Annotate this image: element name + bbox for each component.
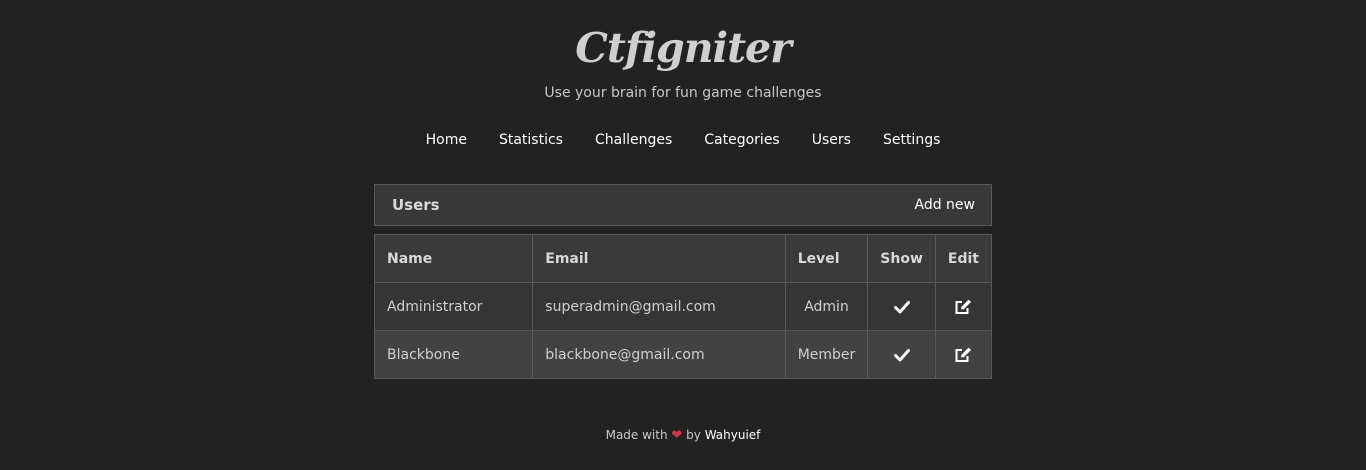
table-header-row: Name Email Level Show Edit: [373, 234, 993, 283]
show-cell: [867, 282, 936, 331]
user-name: Blackbone: [373, 330, 534, 379]
footer-prefix: Made with: [605, 428, 668, 442]
site-tagline: Use your brain for fun game challenges: [544, 85, 822, 101]
add-new-button[interactable]: Add new: [915, 197, 976, 213]
user-level: Admin: [784, 282, 869, 331]
show-cell: [867, 330, 936, 379]
column-header-email: Email: [532, 234, 786, 283]
footer-author-link[interactable]: Wahyuief: [705, 428, 761, 442]
nav-statistics[interactable]: Statistics: [483, 130, 579, 150]
edit-icon[interactable]: [954, 299, 972, 315]
footer: Made with ❤ by Wahyuief: [0, 427, 1366, 444]
table-row: Administrator superadmin@gmail.com Admin: [373, 282, 993, 331]
edit-cell: [934, 282, 993, 331]
user-level: Member: [784, 330, 869, 379]
nav-categories[interactable]: Categories: [688, 130, 795, 150]
users-panel-header: Users Add new: [374, 184, 992, 226]
nav-users[interactable]: Users: [796, 130, 867, 150]
user-name: Administrator: [373, 282, 534, 331]
nav-settings[interactable]: Settings: [867, 130, 956, 150]
checkmark-icon[interactable]: [893, 347, 910, 363]
edit-icon[interactable]: [954, 347, 972, 363]
page: Ctfigniter Use your brain for fun game c…: [0, 0, 1366, 470]
column-header-edit: Edit: [934, 234, 993, 283]
users-table: Name Email Level Show Edit Administrator…: [373, 234, 993, 379]
user-email: superadmin@gmail.com: [532, 282, 786, 331]
nav-challenges[interactable]: Challenges: [579, 130, 688, 150]
footer-by: by: [686, 428, 701, 442]
nav-home[interactable]: Home: [410, 130, 483, 150]
column-header-level: Level: [784, 234, 869, 283]
main-nav: Home Statistics Challenges Categories Us…: [0, 130, 1366, 150]
edit-cell: [934, 330, 993, 379]
user-email: blackbone@gmail.com: [532, 330, 786, 379]
column-header-name: Name: [373, 234, 534, 283]
heart-icon: ❤: [671, 428, 683, 443]
table-row: Blackbone blackbone@gmail.com Member: [373, 330, 993, 379]
checkmark-icon[interactable]: [893, 299, 910, 315]
column-header-show: Show: [867, 234, 936, 283]
site-logo[interactable]: Ctfigniter: [0, 22, 1366, 74]
panel-title: Users: [392, 196, 440, 214]
